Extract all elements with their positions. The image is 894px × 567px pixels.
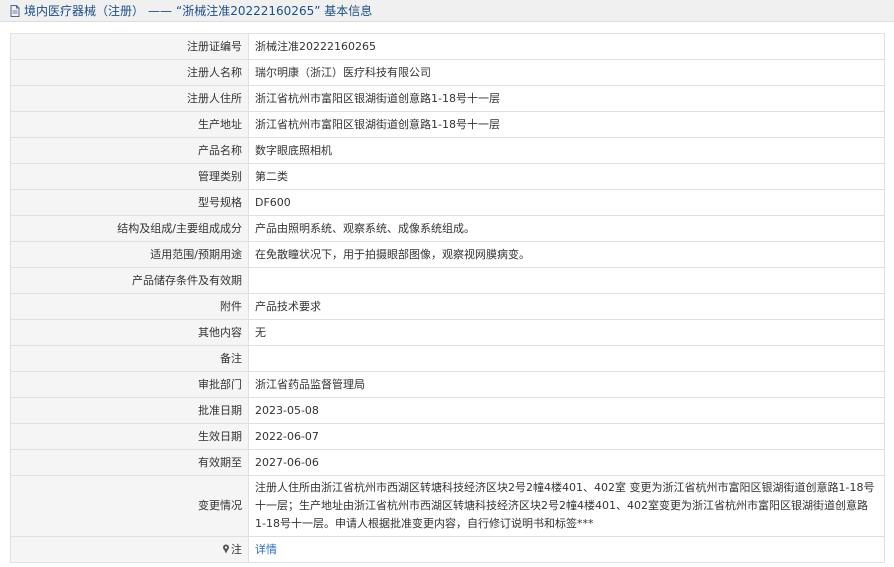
document-icon xyxy=(10,4,20,17)
note-label-cell: 注 xyxy=(10,536,249,563)
row-label: 注册证编号 xyxy=(10,33,249,60)
row-value: DF600 xyxy=(248,189,885,216)
row-value: 浙江省杭州市富阳区银湖街道创意路1-18号十一层 xyxy=(248,111,885,138)
table-row: 产品储存条件及有效期 xyxy=(10,267,885,294)
row-label: 审批部门 xyxy=(10,371,249,398)
row-label: 型号规格 xyxy=(10,189,249,216)
row-label: 结构及组成/主要组成成分 xyxy=(10,215,249,242)
table-row: 审批部门 浙江省药品监督管理局 xyxy=(10,371,885,398)
note-label: 注 xyxy=(231,542,242,556)
header-title: “浙械注准20222160265” 基本信息 xyxy=(176,4,373,18)
table-row: 注册证编号 浙械注准20222160265 xyxy=(10,33,885,60)
row-value: 2027-06-06 xyxy=(248,449,885,476)
row-value: 2023-05-08 xyxy=(248,397,885,424)
row-value: 无 xyxy=(248,319,885,346)
row-label: 管理类别 xyxy=(10,163,249,190)
table-row: 批准日期 2023-05-08 xyxy=(10,397,885,424)
row-value: 产品由照明系统、观察系统、成像系统组成。 xyxy=(248,215,885,242)
row-value: 瑞尔明康（浙江）医疗科技有限公司 xyxy=(248,59,885,86)
row-label: 生产地址 xyxy=(10,111,249,138)
row-value: 数字眼底照相机 xyxy=(248,137,885,164)
table-row: 备注 xyxy=(10,345,885,372)
row-label: 注册人名称 xyxy=(10,59,249,86)
table-row: 型号规格 DF600 xyxy=(10,189,885,216)
row-value: 2022-06-07 xyxy=(248,423,885,450)
row-label: 产品储存条件及有效期 xyxy=(10,267,249,294)
row-value: 注册人住所由浙江省杭州市西湖区转塘科技经济区块2号2幢4楼401、402室 变更… xyxy=(248,475,885,537)
row-value: 浙械注准20222160265 xyxy=(248,33,885,60)
header-category: 境内医疗器械（注册） xyxy=(24,4,145,18)
table-row: 注册人住所 浙江省杭州市富阳区银湖街道创意路1-18号十一层 xyxy=(10,85,885,112)
table-row: 管理类别 第二类 xyxy=(10,163,885,190)
row-label: 变更情况 xyxy=(10,475,249,537)
note-value-cell: 详情 xyxy=(248,536,885,563)
detail-table-container: 注册证编号 浙械注准20222160265 注册人名称 瑞尔明康（浙江）医疗科技… xyxy=(10,33,885,563)
row-value xyxy=(248,267,885,294)
row-value: 浙江省药品监督管理局 xyxy=(248,371,885,398)
row-value: 浙江省杭州市富阳区银湖街道创意路1-18号十一层 xyxy=(248,85,885,112)
row-label: 有效期至 xyxy=(10,449,249,476)
table-row: 产品名称 数字眼底照相机 xyxy=(10,137,885,164)
page-header: 境内医疗器械（注册） —— “浙械注准20222160265” 基本信息 xyxy=(0,0,894,22)
row-value xyxy=(248,345,885,372)
row-label: 适用范围/预期用途 xyxy=(10,241,249,268)
row-value: 产品技术要求 xyxy=(248,293,885,320)
table-row: 其他内容 无 xyxy=(10,319,885,346)
row-value: 第二类 xyxy=(248,163,885,190)
table-row: 变更情况 注册人住所由浙江省杭州市西湖区转塘科技经济区块2号2幢4楼401、40… xyxy=(10,475,885,537)
table-row: 适用范围/预期用途 在免散瞳状况下，用于拍摄眼部图像，观察视网膜病变。 xyxy=(10,241,885,268)
table-row: 有效期至 2027-06-06 xyxy=(10,449,885,476)
row-label: 其他内容 xyxy=(10,319,249,346)
row-label: 附件 xyxy=(10,293,249,320)
row-value: 在免散瞳状况下，用于拍摄眼部图像，观察视网膜病变。 xyxy=(248,241,885,268)
row-label: 生效日期 xyxy=(10,423,249,450)
row-label: 备注 xyxy=(10,345,249,372)
note-row: 注 详情 xyxy=(10,536,885,563)
row-label: 产品名称 xyxy=(10,137,249,164)
table-row: 附件 产品技术要求 xyxy=(10,293,885,320)
header-dash: —— xyxy=(148,3,173,18)
pin-icon xyxy=(223,544,229,553)
table-row: 结构及组成/主要组成成分 产品由照明系统、观察系统、成像系统组成。 xyxy=(10,215,885,242)
row-label: 批准日期 xyxy=(10,397,249,424)
table-row: 生产地址 浙江省杭州市富阳区银湖街道创意路1-18号十一层 xyxy=(10,111,885,138)
detail-table: 注册证编号 浙械注准20222160265 注册人名称 瑞尔明康（浙江）医疗科技… xyxy=(10,33,885,563)
table-row: 注册人名称 瑞尔明康（浙江）医疗科技有限公司 xyxy=(10,59,885,86)
details-link[interactable]: 详情 xyxy=(255,543,277,556)
table-row: 生效日期 2022-06-07 xyxy=(10,423,885,450)
row-label: 注册人住所 xyxy=(10,85,249,112)
